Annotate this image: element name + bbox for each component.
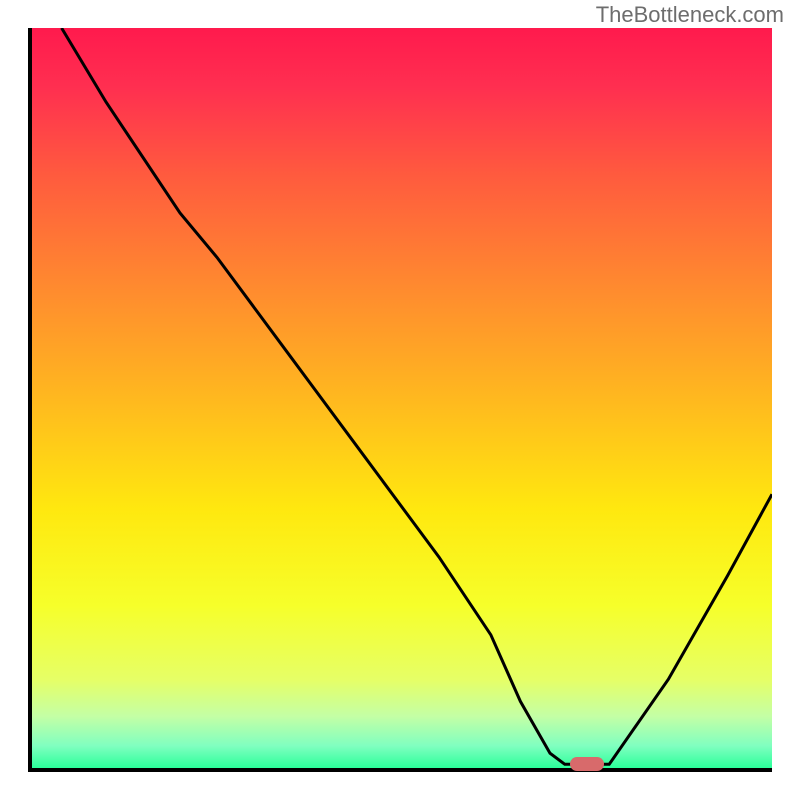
plot-area — [28, 28, 772, 772]
optimum-marker — [570, 757, 604, 771]
watermark-text: TheBottleneck.com — [596, 2, 784, 28]
bottleneck-curve — [32, 28, 772, 768]
chart-container: TheBottleneck.com — [0, 0, 800, 800]
